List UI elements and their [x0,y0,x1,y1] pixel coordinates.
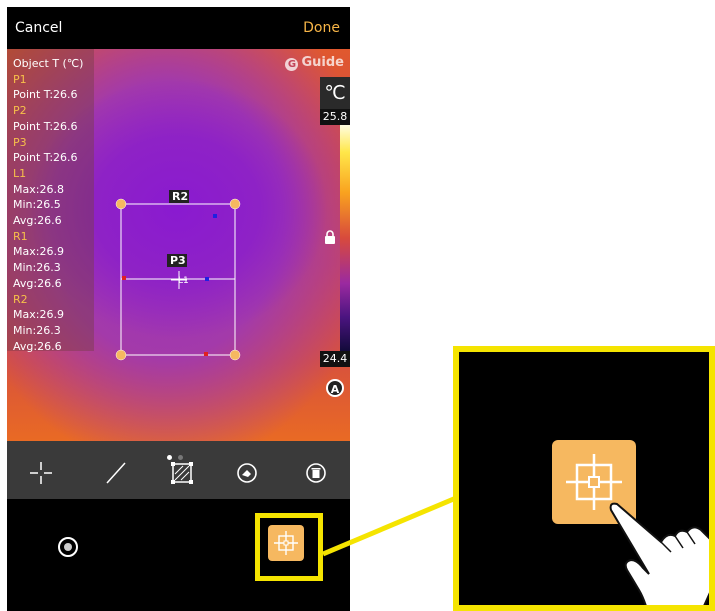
zoom-callout [453,346,715,611]
tap-hand-icon [609,502,709,605]
